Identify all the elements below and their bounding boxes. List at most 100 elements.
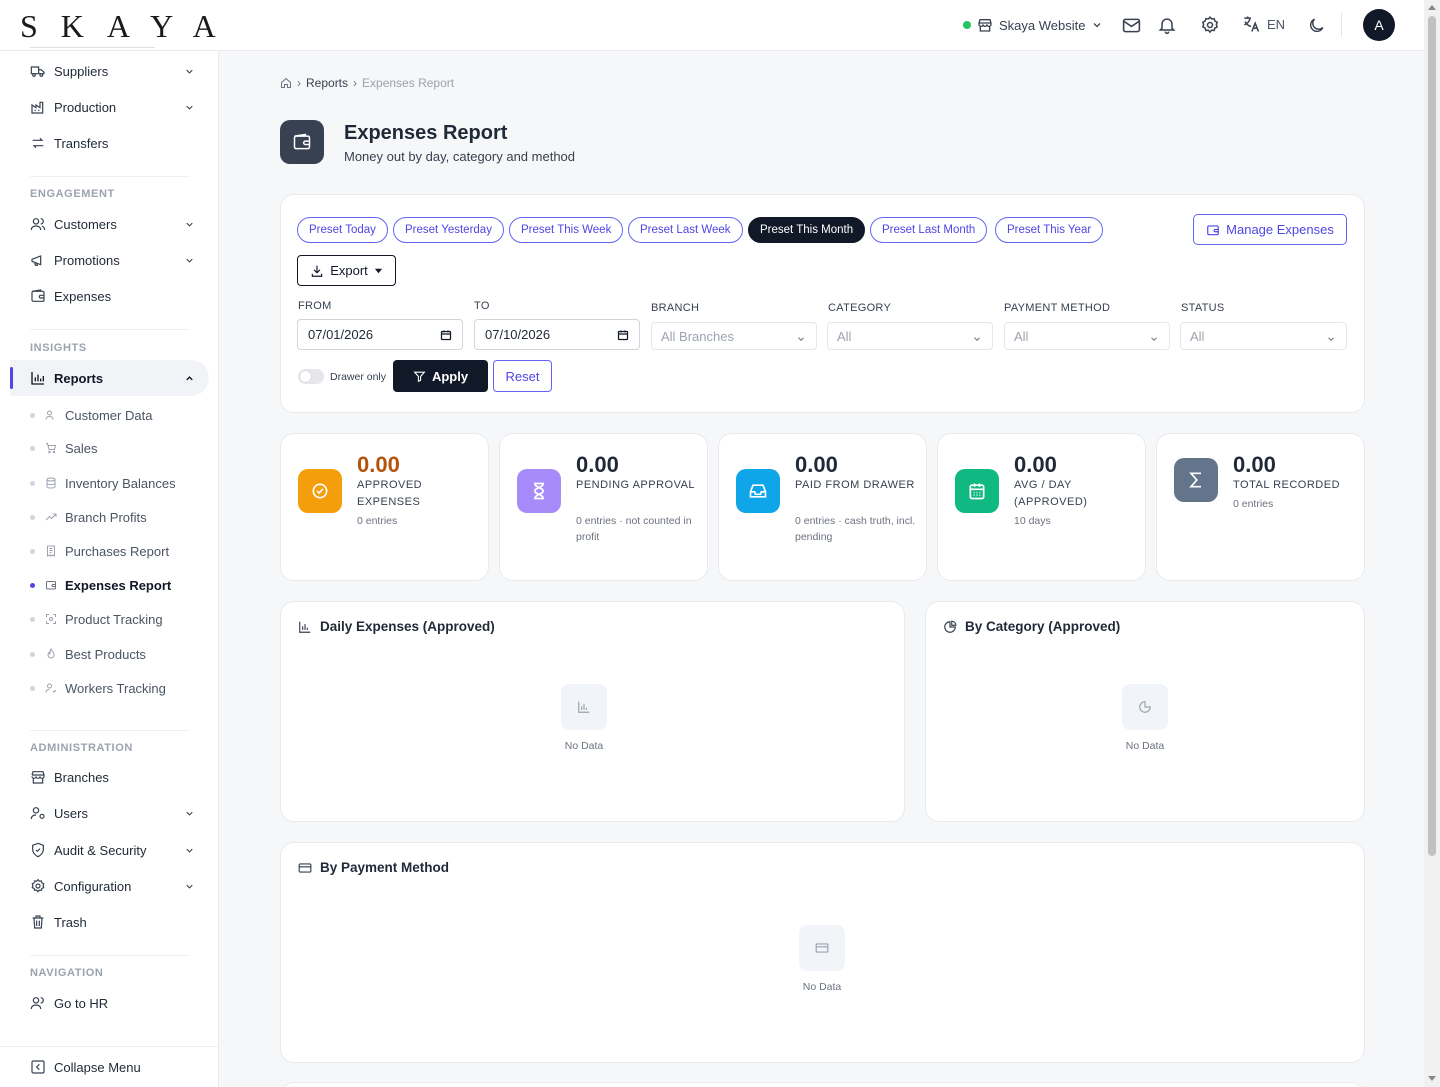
database-icon <box>45 477 57 489</box>
sidebar-subitem-branch-profits[interactable]: Branch Profits <box>30 506 200 528</box>
stat-value: 0.00 <box>795 452 838 477</box>
pie-chart-icon <box>943 620 957 634</box>
status-select-value: All <box>1190 328 1205 344</box>
sidebar-item-audit-security[interactable]: Audit & Security <box>30 838 195 862</box>
apply-button[interactable]: Apply <box>393 360 488 392</box>
page-scrollbar[interactable] <box>1424 0 1440 1087</box>
chevron-down-icon <box>1091 19 1103 31</box>
sidebar-item-customers[interactable]: Customers <box>30 212 195 236</box>
sidebar-item-transfers[interactable]: Transfers <box>30 131 195 155</box>
sidebar-subitem-best-products[interactable]: Best Products <box>30 643 200 665</box>
preset-this-week[interactable]: Preset This Week <box>509 217 624 243</box>
scroll-down-arrow[interactable] <box>1428 1076 1436 1081</box>
sidebar-item-trash[interactable]: Trash <box>30 910 195 934</box>
store-icon <box>30 769 46 785</box>
category-select-value: All <box>837 328 852 344</box>
breadcrumb-reports[interactable]: Reports <box>306 76 348 90</box>
avatar[interactable]: A <box>1363 9 1395 41</box>
online-status-dot <box>963 21 971 29</box>
sidebar-item-label: Reports <box>54 370 104 386</box>
stat-note: 0 entries <box>357 515 398 527</box>
sidebar-subitem-label: Inventory Balances <box>65 475 176 491</box>
chevron-down-icon <box>1149 334 1159 344</box>
category-select[interactable]: All <box>827 322 993 350</box>
manage-expenses-button[interactable]: Manage Expenses <box>1193 214 1347 245</box>
status-select[interactable]: All <box>1180 322 1347 350</box>
sidebar-subitem-inventory-balances[interactable]: Inventory Balances <box>30 472 200 494</box>
payment-method-select[interactable]: All <box>1004 322 1170 350</box>
scroll-thumb[interactable] <box>1428 16 1436 856</box>
filter-icon <box>413 370 426 383</box>
sidebar-item-label: Configuration <box>54 878 132 894</box>
stat-label: PAID FROM DRAWER <box>795 479 915 491</box>
panel-title: By Category (Approved) <box>943 619 1120 634</box>
sidebar-subitem-expenses-report[interactable]: Expenses Report <box>30 574 200 596</box>
calendar-icon[interactable] <box>440 329 452 341</box>
bell-icon[interactable] <box>1155 13 1179 37</box>
branch-switcher[interactable]: Skaya Website <box>963 14 1103 36</box>
sidebar-subitem-label: Purchases Report <box>65 543 170 559</box>
sidebar-item-label: Users <box>54 805 88 821</box>
collapse-menu-label: Collapse Menu <box>54 1059 141 1075</box>
sidebar-item-reports[interactable]: Reports <box>30 366 195 390</box>
page-title: Expenses Report <box>344 122 508 144</box>
empty-state-text: No Data <box>1125 740 1165 752</box>
from-date-input[interactable]: 07/01/2026 <box>297 319 463 350</box>
bar-chart-icon <box>561 684 607 730</box>
stat-card-avg-day: 0.00 AVG / DAY (APPROVED) 10 days <box>937 433 1146 581</box>
sidebar-item-branches[interactable]: Branches <box>30 765 195 789</box>
trash-icon <box>30 914 46 930</box>
sidebar-item-promotions[interactable]: Promotions <box>30 248 195 272</box>
export-button[interactable]: Export <box>297 255 396 286</box>
preset-yesterday[interactable]: Preset Yesterday <box>393 217 504 243</box>
page-wallet-icon <box>280 120 324 164</box>
home-icon[interactable] <box>280 77 292 89</box>
mail-icon[interactable] <box>1119 13 1143 37</box>
sidebar-subitem-purchases-report[interactable]: Purchases Report <box>30 540 200 562</box>
bullet <box>30 685 35 691</box>
sidebar-subitem-workers-tracking[interactable]: Workers Tracking <box>30 677 200 699</box>
preset-this-month[interactable]: Preset This Month <box>748 217 866 243</box>
bullet <box>30 480 35 486</box>
preset-last-week[interactable]: Preset Last Week <box>628 217 743 243</box>
bullet <box>30 445 35 451</box>
chevron-down-icon <box>184 219 195 230</box>
sidebar-subitem-customer-data[interactable]: Customer Data <box>30 404 200 426</box>
moon-icon[interactable] <box>1304 13 1328 37</box>
collapse-menu-button[interactable]: Collapse Menu <box>30 1055 195 1079</box>
sidebar-subitem-label: Customer Data <box>65 407 153 423</box>
reset-button[interactable]: Reset <box>493 360 552 392</box>
sidebar-item-production[interactable]: Production <box>30 95 195 119</box>
sidebar-subitem-sales[interactable]: Sales <box>30 437 200 459</box>
sidebar-subitem-product-tracking[interactable]: Product Tracking <box>30 608 200 630</box>
stat-card-total: 0.00 TOTAL RECORDED 0 entries <box>1156 433 1365 581</box>
calendar-icon[interactable] <box>617 329 629 341</box>
preset-today[interactable]: Preset Today <box>297 217 388 243</box>
preset-last-month[interactable]: Preset Last Month <box>870 217 988 243</box>
sidebar-item-users[interactable]: Users <box>30 801 195 825</box>
sidebar-item-suppliers[interactable]: Suppliers <box>30 59 195 83</box>
brand-logo[interactable]: SKAYA <box>20 8 239 45</box>
language-switcher[interactable]: EN <box>1241 14 1285 34</box>
scroll-up-arrow[interactable] <box>1428 5 1436 10</box>
sidebar-item-configuration[interactable]: Configuration <box>30 874 195 898</box>
sidebar-item-expenses[interactable]: Expenses <box>30 284 195 308</box>
megaphone-icon <box>30 252 46 268</box>
sidebar-subitem-label: Best Products <box>65 646 146 662</box>
empty-state: No Data <box>1122 684 1168 752</box>
topbar-divider <box>1341 13 1342 37</box>
drawer-only-toggle[interactable] <box>298 369 324 384</box>
active-bullet <box>30 582 35 588</box>
by-payment-method-panel: By Payment Method No Data <box>280 842 1365 1063</box>
chevron-down-icon <box>184 808 195 819</box>
user-cog-icon <box>30 805 46 821</box>
preset-this-year[interactable]: Preset This Year <box>995 217 1104 243</box>
sidebar-subitem-label: Branch Profits <box>65 509 147 525</box>
branch-select[interactable]: All Branches <box>651 322 817 350</box>
store-icon <box>977 17 993 33</box>
to-date-input[interactable]: 07/10/2026 <box>474 319 640 350</box>
sidebar-item-go-to-hr[interactable]: Go to HR <box>30 991 195 1015</box>
gear-icon[interactable] <box>1198 13 1222 37</box>
sidebar-footer-divider <box>0 1046 219 1047</box>
stat-label: APPROVED EXPENSES <box>357 479 423 508</box>
